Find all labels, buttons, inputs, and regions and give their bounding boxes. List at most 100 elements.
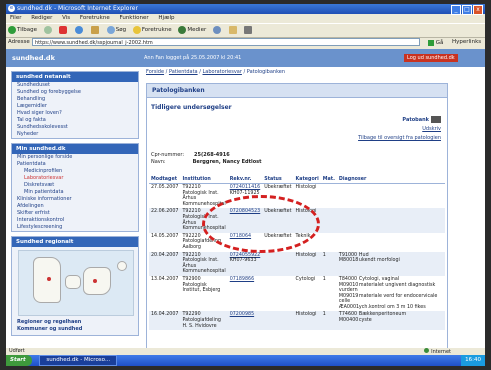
col-modtaget[interactable]: Modtaget: [149, 176, 181, 184]
name-label: Navn:: [151, 159, 166, 165]
menu-file[interactable]: Filer: [10, 15, 21, 21]
diagnosis-line: M09019materiale verd for endocervicale c…: [339, 294, 443, 305]
sidebar-item[interactable]: Min personlige forside: [12, 154, 138, 161]
history-button[interactable]: [212, 24, 222, 37]
forward-button[interactable]: [43, 24, 53, 37]
address-input[interactable]: https://www.sundhed.dk/sspjournal_j-2002…: [32, 38, 420, 46]
highlight-circle: [202, 195, 320, 253]
cpr-label: Cpr-nummer:: [151, 152, 185, 158]
links-button[interactable]: Hyperlinks: [452, 37, 481, 48]
menu-favorites[interactable]: Foretrukne: [80, 15, 110, 21]
patobank-logo-icon: [431, 116, 441, 123]
address-label: Adresse: [8, 39, 30, 45]
refresh-button[interactable]: [75, 24, 84, 37]
mat-count: 1: [322, 252, 326, 258]
ie-logo-icon: e: [8, 5, 15, 12]
menu-edit[interactable]: Rediger: [31, 15, 52, 21]
date-text: 27.05.2007: [151, 185, 179, 190]
sidebar-item[interactable]: Afdelingen: [12, 203, 138, 210]
menu-help[interactable]: Hjælp: [158, 15, 174, 21]
sidebar-item[interactable]: Lægemidler: [12, 103, 138, 110]
back-button[interactable]: Tilbage: [8, 24, 37, 37]
breadcrumb-link[interactable]: Laboratoriesvar: [202, 69, 241, 75]
taskbar-ie-window[interactable]: sundhed.dk - Microso...: [39, 355, 118, 366]
col-rekvnr[interactable]: Rekv.nr.: [227, 176, 263, 184]
sidebar-item[interactable]: Interaktionskontrol: [12, 217, 138, 224]
table-header-row: Modtaget Institution Rekv.nr. Status Kat…: [149, 176, 445, 184]
diagnosis-text: Cytologi, vaginal: [358, 276, 400, 282]
sidebar-heading: Min sundhed.dk: [12, 144, 138, 154]
cell-date: 22.06.2007: [149, 208, 181, 233]
sidebar-block-regional: Sundhed regionalt Regioner og regelhaen …: [11, 236, 139, 336]
sidebar-link[interactable]: Regioner og regelhaen: [12, 319, 138, 326]
mail-button[interactable]: [228, 24, 238, 37]
media-button[interactable]: Medier: [178, 24, 206, 37]
sidebar-item[interactable]: Hvad siger loven?: [12, 110, 138, 117]
sidebar-subitem[interactable]: Diskretsvæt: [12, 182, 138, 189]
date-text: 22.06.2007: [151, 209, 179, 215]
col-kategori[interactable]: Kategori: [293, 176, 321, 184]
stop-button[interactable]: [59, 24, 68, 37]
printer-icon: [244, 25, 253, 34]
menu-tools[interactable]: Funktioner: [119, 15, 148, 21]
rekv-link[interactable]: 0724055922: [230, 253, 261, 258]
diagnosis-line: M00400cyste: [339, 318, 443, 324]
sidebar-item[interactable]: Lifestylescreening: [12, 224, 138, 231]
page-content: sundhed.dk Ann Fan logget på 25.05.2007 …: [6, 49, 485, 348]
cell-mat: [320, 208, 337, 233]
col-institution[interactable]: Institution: [180, 176, 228, 184]
institution-line: Kommunehospital: [182, 269, 226, 275]
address-bar: Adresse https://www.sundhed.dk/sspjourna…: [6, 37, 485, 48]
category-text: Histologi: [295, 252, 317, 258]
sidebar-subitem-active[interactable]: Laboratoriesvar: [12, 175, 138, 182]
sidebar-subitem[interactable]: Medicinprofilen: [12, 168, 138, 175]
sidebar-item[interactable]: Sundheduset: [12, 82, 138, 89]
institution-line: Aalborg: [182, 244, 201, 250]
print-area: Patobank Udskriv Tilbage til oversigt fr…: [358, 116, 441, 141]
sidebar-item[interactable]: Tal og fakta: [12, 117, 138, 124]
search-button[interactable]: Søg: [106, 24, 127, 37]
sidebar-heading: sundhed netanalt: [12, 72, 138, 82]
go-button[interactable]: Gå: [428, 38, 443, 49]
col-mat[interactable]: Mat.: [320, 176, 337, 184]
forward-arrow-icon: [43, 25, 52, 34]
breadcrumb-link[interactable]: Forside: [146, 69, 164, 75]
favorites-button[interactable]: Foretrukne: [132, 24, 172, 37]
diagnosis-text: cyste: [358, 318, 372, 324]
sidebar-item[interactable]: Kliniske informationer: [12, 196, 138, 203]
date-text: 20.04.2007: [151, 252, 179, 258]
cell-mat: 1: [320, 251, 337, 276]
table-row[interactable]: 16.04.2007 T92290 Patologiafdeling H. S. Hv…: [149, 311, 445, 331]
cell-status: [262, 276, 293, 312]
denmark-map[interactable]: [18, 250, 134, 316]
sidebar-item[interactable]: Sundhedsskolevesst: [12, 124, 138, 131]
mat-count: 1: [322, 312, 326, 318]
rekv-link[interactable]: 07200985: [230, 312, 254, 317]
col-diagnoser[interactable]: Diagnoser: [336, 176, 445, 184]
sidebar-item[interactable]: Skifter erfrist: [12, 210, 138, 217]
media-icon: [178, 25, 187, 34]
breadcrumb-link[interactable]: Patientdata: [169, 69, 198, 75]
home-button[interactable]: [90, 24, 100, 37]
rekv-link[interactable]: 0724011416: [230, 185, 261, 190]
sidebar-item[interactable]: Patientdata: [12, 161, 138, 168]
table-row[interactable]: 20.04.2007 T92210 Patologisk Inst. Århus Kom…: [149, 251, 445, 276]
print-link[interactable]: Udskriv: [358, 126, 441, 132]
sidebar-item[interactable]: Nyheder: [12, 131, 138, 138]
print-toolbar-button[interactable]: [244, 24, 253, 37]
rekv-link[interactable]: 07189866: [230, 277, 254, 282]
back-to-overview-link[interactable]: Tilbage til oversigt fra patologien: [358, 135, 441, 141]
menu-view[interactable]: Vis: [62, 15, 70, 21]
sidebar-item[interactable]: Sundhed og forebyggelse: [12, 89, 138, 96]
start-button[interactable]: Start: [6, 355, 32, 366]
cell-mat: [321, 233, 337, 252]
site-logo[interactable]: sundhed.dk: [12, 54, 55, 62]
search-label: Søg: [115, 27, 127, 33]
sidebar-item[interactable]: Behandling: [12, 96, 138, 103]
table-row[interactable]: 13.04.2007 T92900 Patologisk Institut, Esbj…: [149, 276, 445, 312]
cell-diagnoses: [336, 208, 445, 233]
col-status[interactable]: Status: [262, 176, 294, 184]
sidebar-link[interactable]: Kommuner og sundhed: [12, 326, 138, 333]
sidebar-subitem[interactable]: Min patientdata: [12, 189, 138, 196]
history-icon: [212, 25, 221, 34]
